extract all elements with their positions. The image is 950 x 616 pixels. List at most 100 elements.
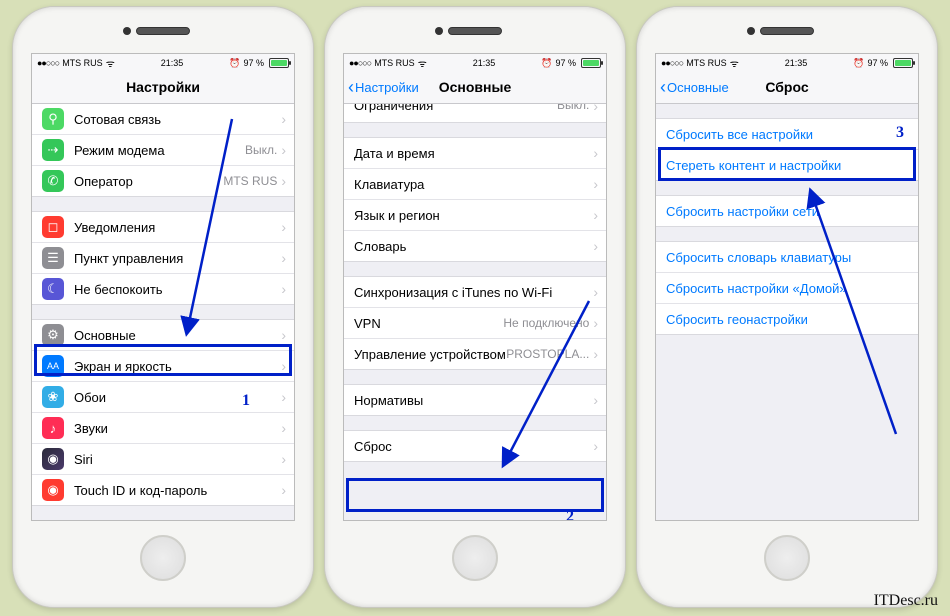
page-title: Сброс — [765, 79, 808, 95]
switches-icon: ☰ — [42, 247, 64, 269]
wallpaper-icon: ❀ — [42, 386, 64, 408]
wifi-icon: ᯤ — [418, 56, 427, 70]
row-device-mgmt[interactable]: Управление устройствомPROSTOPLA...› — [344, 338, 606, 369]
siri-icon: ◉ — [42, 448, 64, 470]
row-reset-home[interactable]: Сбросить настройки «Домой» — [656, 272, 918, 303]
battery-icon — [893, 58, 913, 68]
row-display[interactable]: AA Экран и яркость › — [32, 350, 294, 381]
chevron-right-icon: › — [281, 327, 286, 343]
row-reset-location[interactable]: Сбросить геонастройки — [656, 303, 918, 334]
camera-dot — [123, 27, 131, 35]
alarm-icon: ⏰ — [541, 58, 552, 69]
step-3-num: 3 — [896, 124, 904, 142]
carrier-label: MTS RUS — [62, 58, 103, 68]
row-sounds[interactable]: ♪ Звуки › — [32, 412, 294, 443]
page-title: Настройки — [126, 79, 200, 95]
row-reset[interactable]: Сброс› — [344, 431, 606, 461]
chevron-right-icon: › — [281, 358, 286, 374]
row-control-center[interactable]: ☰ Пункт управления › — [32, 242, 294, 273]
sound-icon: ♪ — [42, 417, 64, 439]
reset-list[interactable]: Сбросить все настройки Стереть контент и… — [656, 118, 918, 335]
chevron-left-icon: ‹ — [660, 78, 666, 96]
status-bar: ●●○○○MTS RUSᯤ 21:35 ⏰97 % — [656, 54, 918, 71]
moon-icon: ☾ — [42, 278, 64, 300]
row-notifications[interactable]: ◻ Уведомления › — [32, 212, 294, 242]
home-button[interactable] — [452, 535, 498, 581]
row-datetime[interactable]: Дата и время› — [344, 138, 606, 168]
wifi-icon: ᯤ — [730, 56, 739, 70]
row-dnd[interactable]: ☾ Не беспокоить › — [32, 273, 294, 304]
gear-icon: ⚙ — [42, 324, 64, 346]
chevron-right-icon: › — [593, 104, 598, 114]
page-title: Основные — [439, 79, 512, 95]
row-vpn[interactable]: VPNНе подключено› — [344, 307, 606, 338]
chevron-right-icon: › — [281, 111, 286, 127]
row-regulatory[interactable]: Нормативы› — [344, 385, 606, 415]
row-siri[interactable]: ◉ Siri › — [32, 443, 294, 474]
chevron-right-icon: › — [281, 482, 286, 498]
phone-reset: ●●○○○MTS RUSᯤ 21:35 ⏰97 % ‹Основные Сбро… — [636, 6, 938, 608]
battery-pct: 97 % — [243, 58, 264, 68]
nav-header: ‹Основные Сброс — [656, 71, 918, 104]
signal-icon: ●●○○○ — [661, 58, 683, 68]
display-icon: AA — [42, 355, 64, 377]
general-list[interactable]: Ограничения Выкл. › Дата и время› Клавиа… — [344, 104, 606, 462]
row-cellular[interactable]: ⚲ Сотовая связь › — [32, 104, 294, 134]
chevron-right-icon: › — [281, 389, 286, 405]
chevron-right-icon: › — [281, 219, 286, 235]
chevron-right-icon: › — [593, 284, 598, 300]
chevron-right-icon: › — [281, 420, 286, 436]
row-reset-keyboard[interactable]: Сбросить словарь клавиатуры — [656, 242, 918, 272]
chevron-right-icon: › — [593, 176, 598, 192]
chevron-right-icon: › — [593, 207, 598, 223]
camera-dot — [747, 27, 755, 35]
row-hotspot[interactable]: ⇢ Режим модема Выкл. › — [32, 134, 294, 165]
nav-header: ‹Настройки Основные — [344, 71, 606, 104]
row-erase-content[interactable]: Стереть контент и настройки — [656, 149, 918, 180]
chevron-left-icon: ‹ — [348, 78, 354, 96]
phone-icon: ✆ — [42, 170, 64, 192]
clock: 21:35 — [161, 58, 184, 68]
speaker-slot — [760, 27, 814, 35]
chevron-right-icon: › — [281, 142, 286, 158]
phone-general: ●●○○○MTS RUSᯤ 21:35 ⏰97 % ‹Настройки Осн… — [324, 6, 626, 608]
back-button[interactable]: ‹Основные — [660, 71, 729, 103]
speaker-slot — [448, 27, 502, 35]
antenna-icon: ⚲ — [42, 108, 64, 130]
watermark: ITDesc.ru — [874, 592, 938, 610]
row-wallpaper[interactable]: ❀ Обои › — [32, 381, 294, 412]
alarm-icon: ⏰ — [229, 58, 240, 69]
row-language[interactable]: Язык и регион› — [344, 199, 606, 230]
row-reset-all[interactable]: Сбросить все настройки — [656, 119, 918, 149]
wifi-icon: ᯤ — [106, 56, 115, 70]
row-restrictions[interactable]: Ограничения Выкл. › — [344, 104, 606, 122]
screen-3: ●●○○○MTS RUSᯤ 21:35 ⏰97 % ‹Основные Сбро… — [655, 53, 919, 521]
highlight-reset — [346, 478, 604, 512]
chevron-right-icon: › — [593, 392, 598, 408]
home-button[interactable] — [140, 535, 186, 581]
row-reset-network[interactable]: Сбросить настройки сети — [656, 196, 918, 226]
row-keyboard[interactable]: Клавиатура› — [344, 168, 606, 199]
chevron-right-icon: › — [281, 173, 286, 189]
battery-icon — [581, 58, 601, 68]
signal-icon: ●●○○○ — [37, 58, 59, 68]
signal-icon: ●●○○○ — [349, 58, 371, 68]
back-button[interactable]: ‹Настройки — [348, 71, 419, 103]
notifications-icon: ◻ — [42, 216, 64, 238]
fingerprint-icon: ◉ — [42, 479, 64, 501]
screen-2: ●●○○○MTS RUSᯤ 21:35 ⏰97 % ‹Настройки Осн… — [343, 53, 607, 521]
row-touchid[interactable]: ◉ Touch ID и код-пароль › — [32, 474, 294, 505]
step-1-num: 1 — [242, 392, 250, 410]
row-itunes-wifi[interactable]: Синхронизация с iTunes по Wi-Fi› — [344, 277, 606, 307]
row-carrier[interactable]: ✆ Оператор MTS RUS › — [32, 165, 294, 196]
home-button[interactable] — [764, 535, 810, 581]
status-bar: ●●○○○MTS RUSᯤ 21:35 ⏰97 % — [344, 54, 606, 71]
screen-1: ●●○○○ MTS RUS ᯤ 21:35 ⏰ 97 % Настройки ⚲ — [31, 53, 295, 521]
chevron-right-icon: › — [281, 451, 286, 467]
row-dictionary[interactable]: Словарь› — [344, 230, 606, 261]
row-general[interactable]: ⚙ Основные › — [32, 320, 294, 350]
settings-list[interactable]: ⚲ Сотовая связь › ⇢ Режим модема Выкл. ›… — [32, 104, 294, 506]
chevron-right-icon: › — [593, 346, 598, 362]
speaker-slot — [136, 27, 190, 35]
battery-icon — [269, 58, 289, 68]
